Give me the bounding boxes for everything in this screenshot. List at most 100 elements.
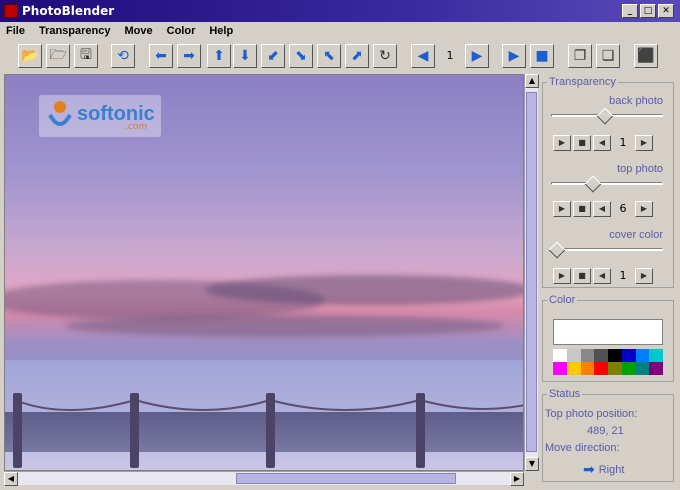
menu-color[interactable]: Color	[167, 25, 196, 37]
palette-color[interactable]	[580, 362, 595, 375]
back-photo-play-icon[interactable]: ▶	[553, 135, 571, 151]
cover-color-prev-icon[interactable]: ◀	[593, 268, 611, 284]
minimize-button[interactable]: _	[622, 4, 638, 18]
palette-color[interactable]	[635, 349, 650, 362]
palette-color[interactable]	[608, 362, 622, 375]
softonic-logo-icon	[48, 101, 72, 126]
cover-color-label: cover color	[609, 229, 663, 241]
horizontal-scroll-thumb[interactable]	[236, 473, 456, 484]
cover-color-next-icon[interactable]: ▶	[635, 268, 653, 284]
back-photo-next-icon[interactable]: ▶	[635, 135, 653, 151]
menu-help[interactable]: Help	[209, 25, 233, 37]
position-value: 489, 21	[587, 425, 624, 437]
palette-color[interactable]	[553, 349, 567, 362]
title-bar: PhotoBlender _ □ ✕	[0, 0, 680, 22]
send-back-icon[interactable]: ❏	[596, 44, 620, 68]
transparency-legend: Transparency	[547, 76, 618, 88]
palette-color[interactable]	[553, 362, 567, 375]
cover-color-play-icon[interactable]: ▶	[553, 268, 571, 284]
photo-canvas[interactable]: softonic .com	[4, 74, 524, 471]
top-photo-label: top photo	[617, 163, 663, 175]
exit-icon[interactable]: ⬛	[634, 44, 658, 68]
swap-icon[interactable]: ⟲	[111, 44, 135, 68]
save-icon[interactable]: 🖫	[74, 44, 98, 68]
open-icon[interactable]: 📂	[18, 44, 42, 68]
back-photo-stop-icon[interactable]: ■	[573, 135, 591, 151]
palette-color[interactable]	[566, 362, 581, 375]
watermark-sub: .com	[125, 122, 148, 132]
fence-post	[416, 393, 425, 468]
position-label: Top photo position:	[545, 408, 638, 420]
fence-post	[13, 393, 22, 468]
next-frame-icon[interactable]: ▶	[465, 44, 489, 68]
direction-indicator: ➡ Right	[583, 461, 624, 478]
status-legend: Status	[547, 388, 583, 400]
top-photo-play-icon[interactable]: ▶	[553, 201, 571, 217]
toolbar: 📂 🗁 🖫 ⟲ ⬅ ➡ ⬆ ⬇ ⬋ ⬊ ⬉ ⬈ ↻ ◀ 1 ▶ ▶ ■ ❐ ❏ …	[0, 40, 680, 74]
move-up-left-icon[interactable]: ⬉	[317, 44, 341, 68]
palette-color[interactable]	[594, 362, 608, 375]
scroll-down-icon[interactable]: ▼	[525, 457, 539, 471]
vertical-scroll-thumb[interactable]	[526, 92, 537, 452]
direction-value: Right	[598, 463, 625, 476]
menu-file[interactable]: File	[6, 25, 25, 37]
bring-front-icon[interactable]: ❐	[568, 44, 592, 68]
arrow-right-icon: ➡	[583, 461, 595, 477]
move-up-right-icon[interactable]: ⬈	[345, 44, 369, 68]
move-left-icon[interactable]: ⬅	[149, 44, 173, 68]
move-down-right-icon[interactable]: ⬊	[289, 44, 313, 68]
cover-color-slider[interactable]	[551, 248, 663, 251]
color-legend: Color	[547, 294, 578, 306]
palette-color[interactable]	[635, 362, 650, 375]
palette-color[interactable]	[621, 349, 636, 362]
back-photo-slider-knob[interactable]	[596, 107, 614, 125]
back-photo-label: back photo	[609, 95, 663, 107]
move-down-left-icon[interactable]: ⬋	[261, 44, 285, 68]
cover-color-slider-knob[interactable]	[548, 241, 566, 259]
menu-move[interactable]: Move	[125, 25, 153, 37]
palette-color[interactable]	[649, 349, 663, 362]
previous-frame-icon[interactable]: ◀	[411, 44, 435, 68]
palette-color[interactable]	[566, 349, 581, 362]
open-second-icon[interactable]: 🗁	[46, 44, 70, 68]
vertical-scrollbar[interactable]: ▲ ▼	[524, 74, 539, 471]
palette-color[interactable]	[621, 362, 636, 375]
cover-color-value: 1	[619, 269, 627, 282]
direction-label: Move direction:	[545, 442, 620, 454]
top-photo-slider[interactable]	[551, 182, 663, 185]
palette-color[interactable]	[649, 362, 663, 375]
horizontal-scrollbar[interactable]: ◀ ▶	[4, 471, 524, 486]
top-photo-value: 6	[619, 202, 627, 215]
close-button[interactable]: ✕	[658, 4, 674, 18]
back-photo-prev-icon[interactable]: ◀	[593, 135, 611, 151]
palette-color[interactable]	[608, 349, 622, 362]
watermark-logo: softonic .com	[39, 95, 161, 137]
top-photo-prev-icon[interactable]: ◀	[593, 201, 611, 217]
cover-color-stop-icon[interactable]: ■	[573, 268, 591, 284]
stop-icon[interactable]: ■	[530, 44, 554, 68]
scroll-up-icon[interactable]: ▲	[525, 74, 539, 88]
fence-post	[266, 393, 275, 468]
palette-color[interactable]	[580, 349, 595, 362]
color-palette	[553, 349, 663, 375]
scroll-right-icon[interactable]: ▶	[510, 472, 524, 486]
color-panel: Color	[542, 294, 674, 382]
move-up-icon[interactable]: ⬆	[207, 44, 231, 68]
rotate-icon[interactable]: ↻	[373, 44, 397, 68]
move-down-icon[interactable]: ⬇	[233, 44, 257, 68]
frame-number: 1	[440, 46, 460, 66]
move-right-icon[interactable]: ➡	[177, 44, 201, 68]
play-icon[interactable]: ▶	[502, 44, 526, 68]
top-photo-next-icon[interactable]: ▶	[635, 201, 653, 217]
maximize-button[interactable]: □	[640, 4, 656, 18]
transparency-panel: Transparency back photo ▶ ■ ◀ 1 ▶ top ph…	[542, 76, 674, 288]
window-title: PhotoBlender	[22, 4, 115, 18]
scroll-left-icon[interactable]: ◀	[4, 472, 18, 486]
top-photo-slider-knob[interactable]	[584, 175, 602, 193]
top-photo-stop-icon[interactable]: ■	[573, 201, 591, 217]
selected-color-swatch	[553, 319, 663, 345]
status-panel: Status Top photo position: 489, 21 Move …	[542, 388, 674, 482]
palette-color[interactable]	[594, 349, 608, 362]
app-icon	[4, 4, 18, 18]
menu-transparency[interactable]: Transparency	[39, 25, 111, 37]
